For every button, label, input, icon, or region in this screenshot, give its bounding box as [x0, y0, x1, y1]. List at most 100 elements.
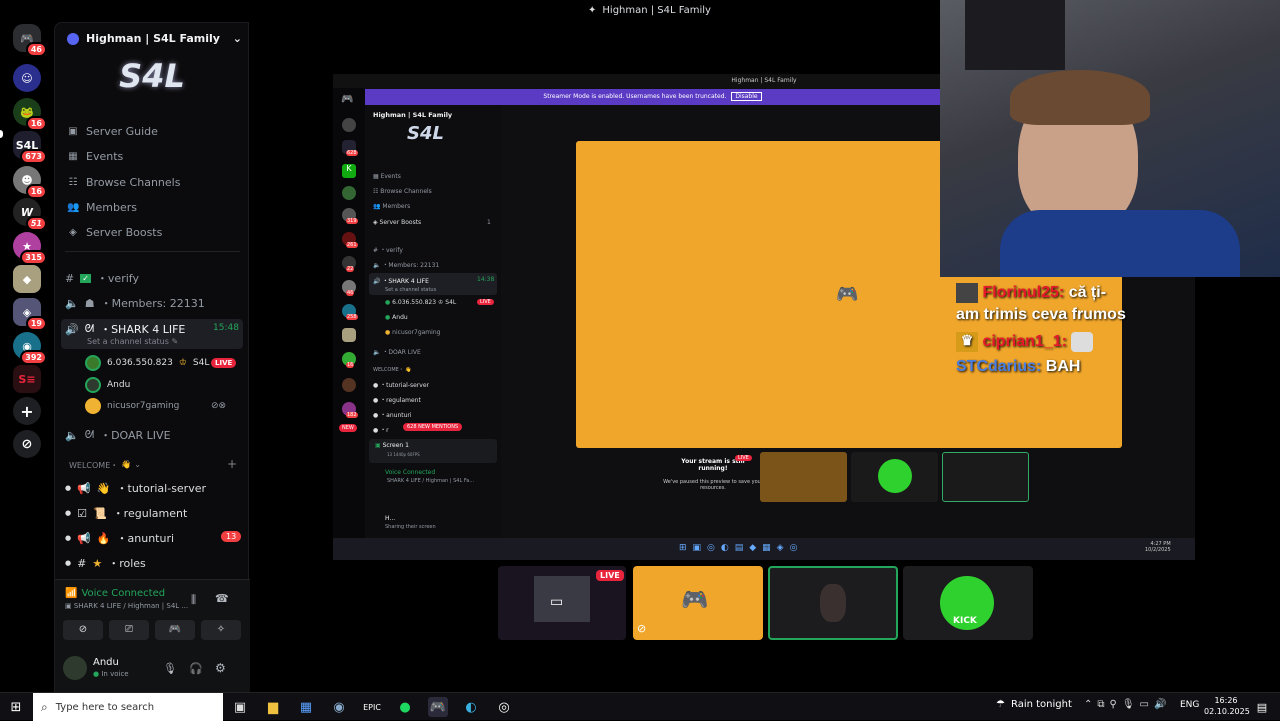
channel-verify[interactable]: # ✓ ・verify	[65, 270, 139, 286]
menu-events[interactable]: ▦ Events	[67, 150, 123, 163]
language-indicator[interactable]: ENG	[1180, 700, 1199, 710]
server-icon[interactable]: ◆	[13, 265, 41, 293]
channel-members[interactable]: 🔈 ☗ ・Members: 22131	[65, 295, 205, 311]
server-icon[interactable]: ☺	[13, 64, 41, 92]
server-badge: 16	[25, 184, 47, 199]
taskbar-search-box[interactable]: ⌕ Type here to search	[33, 693, 223, 721]
server-icon-s4l[interactable]: S4L 673	[13, 131, 47, 164]
crown-icon: ♔	[178, 358, 187, 368]
shark-icon: ᘛ	[84, 428, 95, 441]
obs-icon[interactable]: ◎	[494, 697, 514, 717]
speaker-active-icon: 🔊	[65, 322, 79, 336]
divider	[65, 251, 240, 252]
noise-suppression-icon[interactable]: ⫼	[191, 593, 196, 607]
discord-taskbar-icon[interactable]: 🎮	[428, 697, 448, 717]
server-icon[interactable]: ◉ 392	[13, 332, 47, 365]
nested-server	[342, 328, 356, 342]
nested-server	[342, 118, 356, 132]
steam-icon[interactable]: ◉	[329, 697, 349, 717]
nested-server: 16	[342, 352, 356, 368]
store-icon[interactable]: ▦	[296, 697, 316, 717]
notifications-icon[interactable]: ▤	[1252, 697, 1272, 717]
spotify-icon[interactable]: ●	[395, 697, 415, 717]
microphone-icon[interactable]: 🎙	[163, 662, 177, 675]
add-server-button[interactable]: +	[13, 397, 41, 425]
system-tray-icons[interactable]: ⌃⧉⚲🎙▭🔊	[1084, 699, 1171, 710]
server-icon[interactable]: 🐸 16	[13, 98, 47, 131]
server-icon[interactable]: W 51	[13, 198, 47, 231]
menu-browse-channels[interactable]: ☷ Browse Channels	[67, 176, 181, 189]
menu-members[interactable]: 👥 Members	[67, 201, 137, 214]
tile-user-discord[interactable]: 🎮 ⊘	[633, 566, 763, 640]
weather-widget[interactable]: ☂ Rain tonight	[996, 699, 1072, 710]
camera-off-button[interactable]: ⊘	[63, 620, 103, 640]
voice-user[interactable]: nicusor7gaming ⊘⊗	[85, 398, 226, 414]
server-icon[interactable]: ★ 315	[13, 232, 47, 265]
server-banner-logo: S4L	[119, 57, 185, 95]
channel-doar-live[interactable]: 🔈 ᘛ ・DOAR LIVE	[65, 427, 171, 443]
server-header[interactable]: Highman | S4L Family ⌄	[67, 32, 242, 45]
menu-server-boosts[interactable]: ◈ Server Boosts	[67, 226, 162, 239]
tile-screen-share[interactable]: ▭ LIVE	[498, 566, 626, 640]
voice-connected-channel[interactable]: ▣ SHARK 4 LIFE / Highman | S4L ...	[65, 602, 188, 610]
edge-icon[interactable]: ◐	[461, 697, 481, 717]
clock[interactable]: 16:26 02.10.2025	[1204, 695, 1250, 717]
menu-server-guide[interactable]: ▣ Server Guide	[67, 125, 158, 138]
bullet-icon: ●	[65, 559, 72, 567]
user-status: ● In voice	[93, 670, 129, 678]
bullet-icon: ●	[65, 509, 72, 517]
guide-icon: ▣	[68, 126, 78, 137]
epic-games-icon[interactable]: EPIC	[362, 697, 382, 717]
channel-anunturi[interactable]: ● 📢 🔥 ・anunturi	[65, 530, 174, 546]
channel-roles[interactable]: ● # ★ ・roles	[65, 555, 146, 571]
channel-status[interactable]: Set a channel status ✎	[87, 337, 178, 346]
tile-user-camera[interactable]	[768, 566, 898, 640]
user-avatar[interactable]	[63, 656, 87, 680]
channel-tutorial[interactable]: ● 📢 👋 ・tutorial-server	[65, 480, 206, 496]
server-icon[interactable]: ◈ 19	[13, 298, 47, 331]
headphones-icon[interactable]: 🎧	[189, 662, 203, 675]
nested-tile	[942, 452, 1029, 502]
category-welcome[interactable]: WELCOME・ 👋 ⌄	[69, 460, 141, 471]
nested-discord-icon: 🎮	[341, 94, 354, 105]
voice-user[interactable]: 6.036.550.823 ♔ S4L LIVE	[85, 355, 237, 371]
nested-channel-list: Highman | S4L Family S4L ▦ Events ☷ Brow…	[365, 105, 501, 537]
webcam-feed	[940, 0, 1280, 277]
home-button[interactable]: 🎮 46	[13, 24, 47, 57]
screen-icon: ▣	[65, 602, 72, 610]
activity-button[interactable]: 🎮	[155, 620, 195, 640]
file-explorer-icon[interactable]: ▆	[263, 697, 283, 717]
disable-button[interactable]: Disable	[731, 92, 762, 101]
avatar	[85, 377, 101, 393]
windows-taskbar: ⊞ ⌕ Type here to search ▣ ▆ ▦ ◉ EPIC ● 🎮…	[0, 692, 1280, 721]
nested-server	[342, 186, 356, 200]
server-badge: 16	[25, 116, 47, 131]
soundboard-button[interactable]: ✧	[201, 620, 241, 640]
chevron-down-icon[interactable]: ⌄	[233, 32, 242, 45]
pencil-icon: ✎	[171, 337, 179, 346]
disconnect-icon[interactable]: ☎	[215, 592, 229, 605]
voice-user[interactable]: Andu	[85, 377, 130, 393]
voice-timer: 15:48	[213, 323, 239, 333]
voice-connected-status[interactable]: 📶 Voice Connected	[65, 588, 165, 599]
hash-icon: #	[65, 271, 75, 285]
windows-start-icon[interactable]: ⊞	[6, 697, 26, 717]
server-icon[interactable]: S≡	[13, 365, 41, 393]
channel-regulament[interactable]: ● ☑ 📜 ・regulament	[65, 505, 187, 521]
settings-gear-icon[interactable]: ⚙	[215, 661, 226, 675]
camera-off-icon: ⊘	[78, 624, 88, 635]
members-icon: 👥	[67, 202, 80, 213]
boost-icon: ◈	[69, 227, 77, 238]
home-badge: 46	[25, 42, 47, 57]
scroll-icon: 📜	[92, 506, 107, 520]
screen-share-button[interactable]: ⎚	[109, 620, 149, 640]
channel-voice-shark[interactable]: 🔊 ᘛ ・SHARK 4 LIFE	[65, 321, 185, 337]
shark-icon: ᘛ	[84, 322, 95, 335]
window-title: ✦ Highman | S4L Family	[588, 5, 711, 16]
task-view-icon[interactable]: ▣	[230, 697, 250, 717]
server-icon[interactable]: ☻ 16	[13, 166, 47, 199]
explore-icon[interactable]: ⊘	[13, 430, 41, 458]
monitor-icon: ▭	[550, 594, 564, 610]
tile-user-kick[interactable]: KICK	[903, 566, 1033, 640]
add-channel-icon[interactable]: +	[227, 457, 237, 471]
